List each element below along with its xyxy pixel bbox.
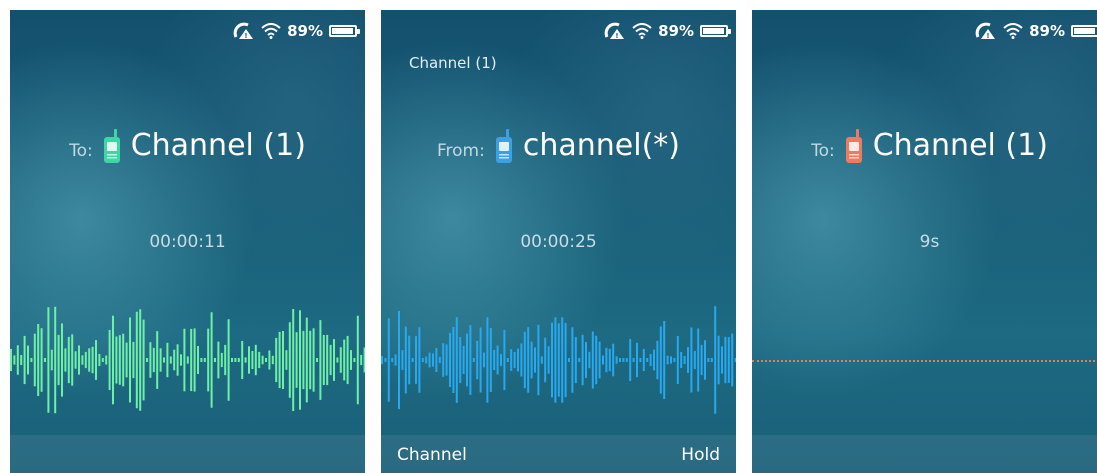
radio-icon	[845, 128, 862, 163]
call-timer: 00:00:25	[520, 232, 597, 252]
svg-text:!: !	[986, 32, 989, 40]
wifi-icon	[1003, 23, 1023, 39]
status-bar: ! 89%	[233, 20, 360, 42]
softkey-channel[interactable]: Channel	[397, 445, 467, 465]
svg-text:!: !	[244, 32, 247, 40]
softkey-bar	[10, 435, 365, 473]
battery-icon	[700, 25, 731, 37]
call-timer: 00:00:11	[149, 232, 226, 252]
call-timer: 9s	[919, 232, 940, 252]
direction-label: To:	[811, 140, 835, 161]
direction-label: To:	[69, 140, 93, 161]
call-target: To: Channel (1)	[752, 128, 1097, 163]
radio-icon	[103, 128, 120, 163]
radio-icon	[495, 128, 512, 163]
audio-waveform	[10, 306, 365, 414]
softkey-hold[interactable]: Hold	[681, 445, 720, 465]
battery-icon	[329, 25, 360, 37]
idle-audio-line	[752, 360, 1097, 362]
battery-percent: 89%	[658, 22, 694, 40]
battery-icon	[1071, 25, 1097, 37]
call-target: To: Channel (1)	[10, 128, 365, 163]
channel-name: Channel (1)	[130, 128, 306, 163]
status-bar: ! 89%	[604, 20, 731, 42]
battery-percent: 89%	[287, 22, 323, 40]
ptt-screen-receive: ! 89% Channel (1) From: channel(*) 00:00…	[381, 10, 736, 473]
wifi-icon	[261, 23, 281, 39]
alert-signal-icon: !	[975, 22, 996, 40]
channel-name: Channel (1)	[872, 128, 1048, 163]
alert-signal-icon: !	[604, 22, 625, 40]
direction-label: From:	[437, 140, 485, 161]
status-bar: ! 89%	[975, 20, 1097, 42]
ptt-screen-transmit: ! 89% To: Channel (1) 00:00:11	[10, 10, 365, 473]
battery-percent: 89%	[1029, 22, 1065, 40]
audio-waveform	[381, 306, 736, 414]
ptt-screen-waiting: ! 89% To: Channel (1) 9s	[752, 10, 1097, 473]
alert-signal-icon: !	[233, 22, 254, 40]
softkey-bar: Channel Hold	[381, 435, 736, 473]
svg-text:!: !	[615, 32, 618, 40]
channel-name: channel(*)	[522, 128, 680, 163]
wifi-icon	[632, 23, 652, 39]
active-channel-label: Channel (1)	[409, 54, 497, 72]
softkey-bar	[752, 435, 1097, 473]
call-target: From: channel(*)	[381, 128, 736, 163]
